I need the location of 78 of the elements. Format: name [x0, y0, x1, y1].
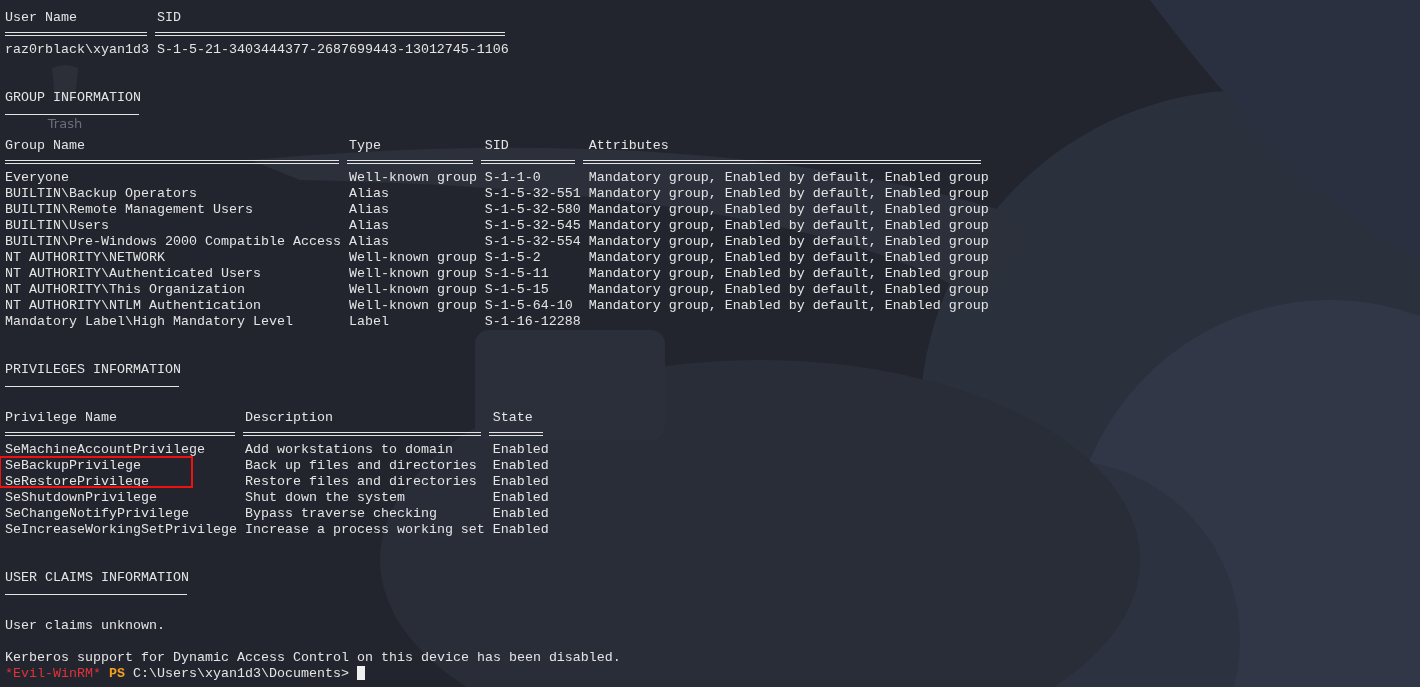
table-cell: Enabled [492, 522, 549, 538]
table-cell: S-1-5-32-580 [484, 202, 581, 218]
table-cell-text: Mandatory Label\High Mandatory Level [5, 314, 294, 330]
table-cell: Enabled [492, 458, 549, 474]
table-cell: Well-known group [348, 298, 477, 314]
table-cell-text: S-1-5-2 [484, 250, 542, 266]
table-cell-text: Alias [348, 202, 390, 218]
table-cell: Mandatory group, Enabled by default, Enabled group [588, 218, 989, 234]
table-cell-text: SeMachineAccountPrivilege [5, 442, 206, 458]
table-cell: Mandatory group, Enabled by default, Enabled group [588, 234, 989, 250]
prompt-label: PS [109, 666, 125, 682]
table-cell: Mandatory group, Enabled by default, Enabled group [588, 186, 989, 202]
column-header: Attributes [588, 138, 670, 154]
table-cell: Enabled [492, 474, 549, 490]
table-cell-text: BUILTIN\Remote Management Users [5, 202, 254, 218]
column-header: Description [244, 410, 334, 426]
column-header: SID [484, 138, 510, 154]
column-header: SID [156, 10, 182, 26]
table-cell-text: SeShutdownPrivilege [5, 490, 158, 506]
table-cell-text: S-1-5-11 [484, 266, 550, 282]
table-cell-text: Alias [348, 218, 390, 234]
table-cell: SeIncreaseWorkingSetPrivilege [5, 522, 237, 538]
table-cell-text: NT AUTHORITY\NETWORK [5, 250, 166, 266]
table-cell-text: Label [348, 314, 390, 330]
column-header: Privilege Name [5, 410, 118, 426]
table-cell: Enabled [492, 490, 549, 506]
table-cell: Mandatory group, Enabled by default, Enabled group [588, 282, 989, 298]
prompt-path: C:\Users\xyan1d3\Documents> [133, 666, 349, 682]
table-cell: S-1-5-32-551 [484, 186, 581, 202]
section-heading: USER CLAIMS INFORMATION [5, 570, 189, 586]
table-cell: S-1-5-21-3403444377-2687699443-13012745-1106 [156, 42, 509, 58]
table-cell-text: BUILTIN\Backup Operators [5, 186, 198, 202]
table-cell-text: SeChangeNotifyPrivilege [5, 506, 190, 522]
table-cell-text: NT AUTHORITY\This Organization [5, 282, 246, 298]
table-cell-text: Restore files and directories [244, 474, 478, 490]
table-cell: Mandatory group, Enabled by default, Enabled group [588, 170, 989, 186]
output-text: User claims unknown. [5, 618, 165, 634]
table-cell-text: Back up files and directories [244, 458, 478, 474]
table-cell-text: Alias [348, 186, 390, 202]
table-cell: Mandatory group, Enabled by default, Enabled group [588, 298, 989, 314]
column-header: State [492, 410, 534, 426]
table-cell-text: Add workstations to domain [244, 442, 454, 458]
table-cell: Mandatory group, Enabled by default, Enabled group [588, 250, 989, 266]
table-cell: S-1-5-32-545 [484, 218, 581, 234]
table-cell: S-1-5-32-554 [484, 234, 581, 250]
section-heading: PRIVILEGES INFORMATION [5, 362, 181, 378]
table-cell: Mandatory group, Enabled by default, Enabled group [588, 202, 989, 218]
prompt-label: *Evil-WinRM* [5, 666, 101, 682]
table-cell-text: NT AUTHORITY\NTLM Authentication [5, 298, 262, 314]
table-cell-text: BUILTIN\Users [5, 218, 110, 234]
table-cell: Well-known group [348, 250, 477, 266]
table-cell-text: SeRestorePrivilege [5, 474, 150, 490]
desktop-icon-label[interactable]: Trash [47, 116, 83, 132]
table-cell: BUILTIN\Pre-Windows 2000 Compatible Access [5, 234, 341, 250]
column-header: Type [348, 138, 382, 154]
table-cell: Well-known group [348, 282, 477, 298]
table-cell-text: S-1-1-0 [484, 170, 542, 186]
table-cell-text: NT AUTHORITY\Authenticated Users [5, 266, 262, 282]
table-cell: S-1-16-12288 [484, 314, 581, 330]
column-header: User Name [5, 10, 78, 26]
table-cell: Enabled [492, 442, 549, 458]
table-cell-text: Everyone [5, 170, 70, 186]
section-heading: GROUP INFORMATION [5, 90, 141, 106]
text-cursor [356, 666, 365, 680]
table-cell: Mandatory group, Enabled by default, Enabled group [588, 266, 989, 282]
output-text: Kerberos support for Dynamic Access Control on this device has been disabled. [5, 650, 621, 666]
table-cell: Enabled [492, 506, 549, 522]
table-cell: Increase a process working set [244, 522, 485, 538]
table-cell-text: Shut down the system [244, 490, 406, 506]
table-cell: Well-known group [348, 170, 477, 186]
table-cell-text: S-1-5-64-10 [484, 298, 574, 314]
column-header: Group Name [5, 138, 86, 154]
table-cell: raz0rblack\xyan1d3 [5, 42, 149, 58]
table-cell-text: Bypass traverse checking [244, 506, 438, 522]
table-cell-text: S-1-5-15 [484, 282, 550, 298]
table-cell: Well-known group [348, 266, 477, 282]
table-cell-text: Alias [348, 234, 390, 250]
table-cell-text: SeBackupPrivilege [5, 458, 142, 474]
